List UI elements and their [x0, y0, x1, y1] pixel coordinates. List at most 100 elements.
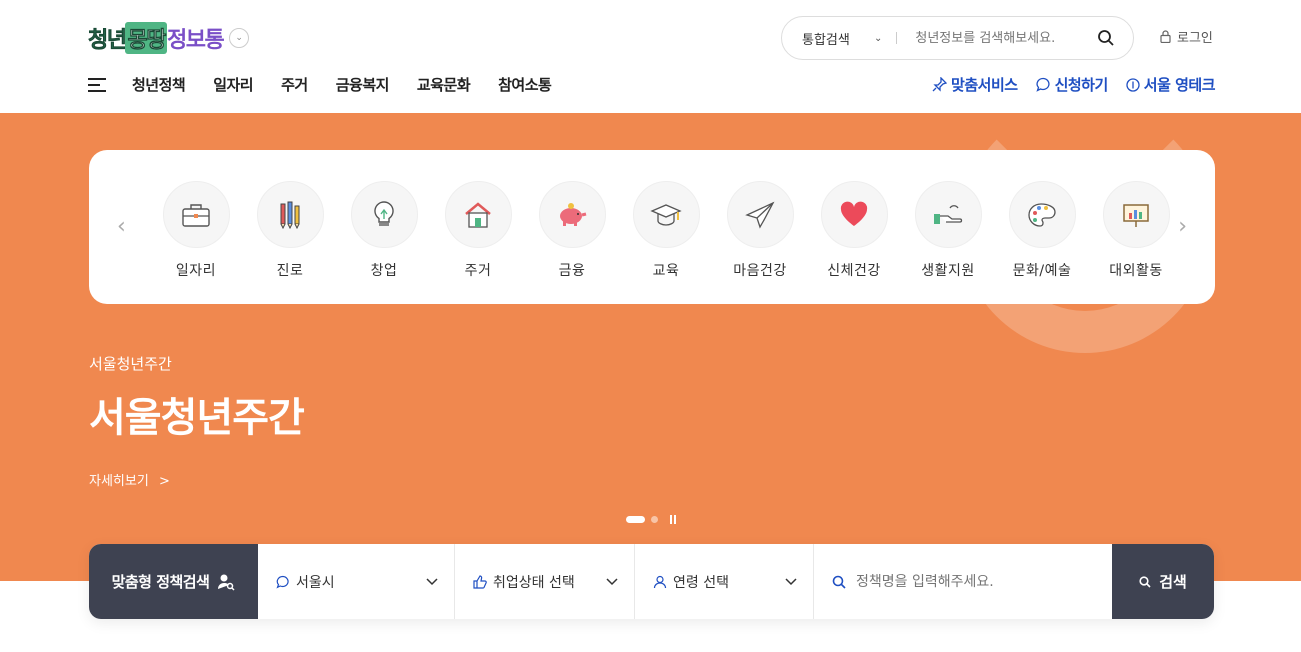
category-culture-arts[interactable]: 문화/예술 — [995, 181, 1089, 280]
nav-item-youth-policy[interactable]: 청년정책 — [132, 74, 186, 95]
site-header: 청년 몽땅 정보통 ⌄ 통합검색 ⌄ 로그인 청년정책 일자리 주거 금융복지 … — [0, 0, 1301, 113]
search-icon[interactable] — [1097, 29, 1115, 47]
paper-plane-icon — [745, 201, 775, 229]
category-housing[interactable]: 주거 — [431, 181, 525, 280]
category-education[interactable]: 교육 — [619, 181, 713, 280]
custom-service-label: 맞춤서비스 — [951, 76, 1018, 94]
nav-item-participation[interactable]: 참여소통 — [498, 74, 552, 95]
site-switch-chevron-icon[interactable]: ⌄ — [229, 28, 250, 48]
nav-item-education-culture[interactable]: 교육문화 — [417, 74, 471, 95]
thumbs-up-icon — [473, 574, 487, 589]
category-label: 일자리 — [175, 263, 217, 279]
category-label: 신체건강 — [827, 263, 881, 279]
main-nav: 청년정책 일자리 주거 금융복지 교육문화 참여소통 — [88, 74, 579, 95]
menu-icon[interactable] — [88, 77, 106, 92]
pager-dot-active[interactable] — [626, 516, 645, 523]
category-label: 금융 — [558, 263, 586, 279]
region-select[interactable]: 서울시 — [258, 544, 455, 619]
logo-part-2: 몽땅 — [125, 22, 167, 54]
speech-bubble-icon — [276, 575, 289, 588]
chevron-down-icon — [785, 577, 797, 585]
divider — [896, 32, 898, 44]
pencils-icon — [280, 201, 300, 229]
login-link[interactable]: 로그인 — [1160, 27, 1213, 46]
pin-icon — [932, 77, 948, 92]
seoul-youngtech-link[interactable]: 서울 영테크 — [1126, 74, 1216, 95]
policy-name-field — [814, 544, 1112, 619]
category-label: 생활지원 — [921, 263, 975, 279]
policy-search-title: 맞춤형 정책검색 — [111, 573, 210, 591]
site-logo[interactable]: 청년 몽땅 정보통 ⌄ — [88, 22, 250, 54]
user-icon — [653, 575, 667, 588]
quick-links: 맞춤서비스 신청하기 서울 영테크 — [932, 74, 1216, 95]
house-icon — [465, 201, 491, 228]
search-input[interactable] — [915, 30, 1096, 46]
presentation-board-icon — [1123, 203, 1149, 227]
hero-banner: ‹ › 일자리 진로 창업 주거 금융 교육 마음건강 신체건강 생활지원 문화… — [0, 113, 1301, 581]
piggy-bank-icon — [560, 202, 587, 226]
slide-pager — [626, 515, 676, 524]
age-value: 연령 선택 — [673, 574, 729, 591]
category-physical-health[interactable]: 신체건강 — [807, 181, 901, 280]
category-finance[interactable]: 금융 — [525, 181, 619, 280]
user-search-icon — [218, 574, 235, 591]
search-icon — [832, 575, 846, 589]
graduation-cap-icon — [650, 203, 682, 226]
category-mental-health[interactable]: 마음건강 — [713, 181, 807, 280]
category-external-activities[interactable]: 대외활동 — [1089, 181, 1183, 280]
category-label: 교육 — [652, 263, 680, 279]
hero-subtitle: 서울청년주간 — [89, 355, 172, 373]
category-label: 대외활동 — [1109, 263, 1163, 279]
chevron-right-icon: > — [158, 474, 170, 489]
policy-name-input[interactable] — [856, 573, 1096, 590]
category-list: 일자리 진로 창업 주거 금융 교육 마음건강 신체건강 생활지원 문화/예술 … — [149, 181, 1183, 280]
apply-link[interactable]: 신청하기 — [1035, 74, 1109, 95]
region-value: 서울시 — [296, 574, 335, 591]
policy-search-label: 맞춤형 정책검색 — [89, 544, 258, 619]
category-career[interactable]: 진로 — [243, 181, 337, 280]
category-label: 창업 — [370, 263, 398, 279]
category-startup[interactable]: 창업 — [337, 181, 431, 280]
pager-dot[interactable] — [651, 516, 658, 523]
apply-label: 신청하기 — [1054, 76, 1109, 94]
category-label: 진로 — [276, 263, 304, 279]
global-search: 통합검색 ⌄ — [781, 16, 1134, 60]
seoul-youngtech-label: 서울 영테크 — [1143, 76, 1216, 94]
logo-part-1: 청년 — [88, 28, 128, 54]
employment-value: 취업상태 선택 — [493, 574, 575, 591]
speech-bubble-icon — [1035, 77, 1050, 92]
hero-title: 서울청년주간 — [89, 395, 305, 441]
chevron-down-icon[interactable]: ⌄ — [874, 33, 882, 44]
palette-icon — [1028, 202, 1056, 227]
nav-item-housing[interactable]: 주거 — [281, 74, 308, 95]
category-label: 문화/예술 — [1012, 263, 1072, 279]
search-type-select[interactable]: 통합검색 — [782, 29, 874, 48]
search-icon — [1139, 575, 1151, 588]
login-label: 로그인 — [1177, 31, 1213, 46]
employment-select[interactable]: 취업상태 선택 — [455, 544, 635, 619]
chevron-left-icon[interactable]: ‹ — [117, 214, 126, 239]
age-select[interactable]: 연령 선택 — [635, 544, 814, 619]
logo-part-3: 정보통 — [166, 28, 225, 53]
lock-icon — [1160, 30, 1171, 43]
helping-hand-icon — [934, 204, 963, 224]
category-life-support[interactable]: 생활지원 — [901, 181, 995, 280]
category-label: 주거 — [464, 263, 492, 279]
chevron-down-icon — [426, 577, 438, 585]
pause-icon[interactable] — [670, 515, 676, 524]
nav-item-finance-welfare[interactable]: 금융복지 — [336, 74, 390, 95]
lightbulb-icon — [374, 200, 394, 226]
custom-service-link[interactable]: 맞춤서비스 — [932, 74, 1018, 95]
nav-item-jobs[interactable]: 일자리 — [213, 74, 253, 95]
hero-more-link[interactable]: 자세히보기 > — [89, 470, 170, 489]
coin-icon — [1126, 77, 1140, 92]
heart-icon — [840, 201, 868, 226]
category-label: 마음건강 — [733, 263, 787, 279]
briefcase-icon — [182, 203, 210, 227]
policy-search-button[interactable]: 검색 — [1112, 544, 1214, 619]
search-button-label: 검색 — [1159, 573, 1187, 591]
category-panel: ‹ › 일자리 진로 창업 주거 금융 교육 마음건강 신체건강 생활지원 문화… — [89, 150, 1215, 304]
category-jobs[interactable]: 일자리 — [149, 181, 243, 280]
policy-search-bar: 맞춤형 정책검색 서울시 취업상태 선택 연령 선택 검색 — [89, 544, 1214, 619]
chevron-down-icon — [606, 577, 618, 585]
